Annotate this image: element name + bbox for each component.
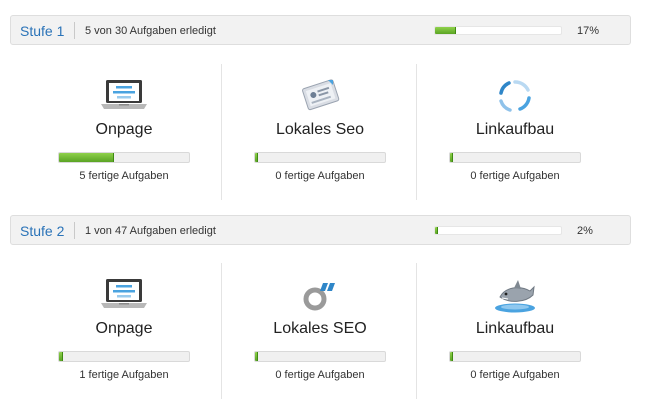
category-progress-bar [58,152,190,163]
category-lokales-seo[interactable]: Lokales SEO 0 fertige Aufgaben [222,263,418,399]
category-onpage[interactable]: Onpage 1 fertige Aufgaben [26,263,222,399]
stage-summary: 1 von 47 Aufgaben erledigt [85,225,216,237]
category-linkaufbau[interactable]: Linkaufbau 0 fertige Aufgaben [417,263,613,399]
divider [74,22,75,39]
stage-progress-fill [435,227,438,234]
category-title: Lokales Seo [275,121,365,138]
category-count: 5 fertige Aufgaben [79,170,169,182]
stage-title[interactable]: Stufe 1 [20,23,64,39]
divider [74,222,75,239]
category-progress-fill [255,352,258,361]
category-progress-bar [58,351,190,362]
category-count: 0 fertige Aufgaben [470,369,560,381]
stage-progress-percent: 17% [577,25,600,37]
category-progress-fill [450,153,453,162]
spinner-icon [499,80,531,112]
stage-2-categories: Onpage 1 fertige Aufgaben Lokales SEO 0 … [0,263,645,399]
category-title: Linkaufbau [475,320,555,337]
category-progress-fill [59,153,114,162]
stage-progress-bar [434,226,562,235]
laptop-icon [101,80,147,109]
category-count: 0 fertige Aufgaben [275,369,365,381]
stage-1-categories: Onpage 5 fertige Aufgaben Lokales Seo 0 … [0,64,645,200]
category-progress-bar [254,152,386,163]
category-onpage[interactable]: Onpage 5 fertige Aufgaben [26,64,222,200]
business-card-icon [302,79,340,111]
category-count: 1 fertige Aufgaben [79,369,169,381]
category-title: Lokales SEO [273,320,367,337]
category-count: 0 fertige Aufgaben [470,170,560,182]
stage-progress-bar [434,26,562,35]
category-count: 0 fertige Aufgaben [275,170,365,182]
category-linkaufbau[interactable]: Linkaufbau 0 fertige Aufgaben [417,64,613,200]
quote-ring-icon [303,283,335,311]
category-progress-fill [59,352,63,361]
stage-2-header: Stufe 2 1 von 47 Aufgaben erledigt 2% [10,215,631,245]
stage-progress-percent: 2% [577,225,593,237]
category-progress-fill [450,352,453,361]
stage-title[interactable]: Stufe 2 [20,223,64,239]
category-title: Linkaufbau [475,121,555,138]
stage-progress-fill [435,27,457,34]
shark-icon [495,280,535,313]
category-progress-bar [254,351,386,362]
category-title: Onpage [95,121,153,138]
category-progress-bar [449,152,581,163]
category-title: Onpage [95,320,153,337]
stage-summary: 5 von 30 Aufgaben erledigt [85,25,216,37]
category-progress-bar [449,351,581,362]
category-lokales-seo[interactable]: Lokales Seo 0 fertige Aufgaben [222,64,418,200]
stage-1-header: Stufe 1 5 von 30 Aufgaben erledigt 17% [10,15,631,45]
category-progress-fill [255,153,258,162]
laptop-icon [101,279,147,308]
